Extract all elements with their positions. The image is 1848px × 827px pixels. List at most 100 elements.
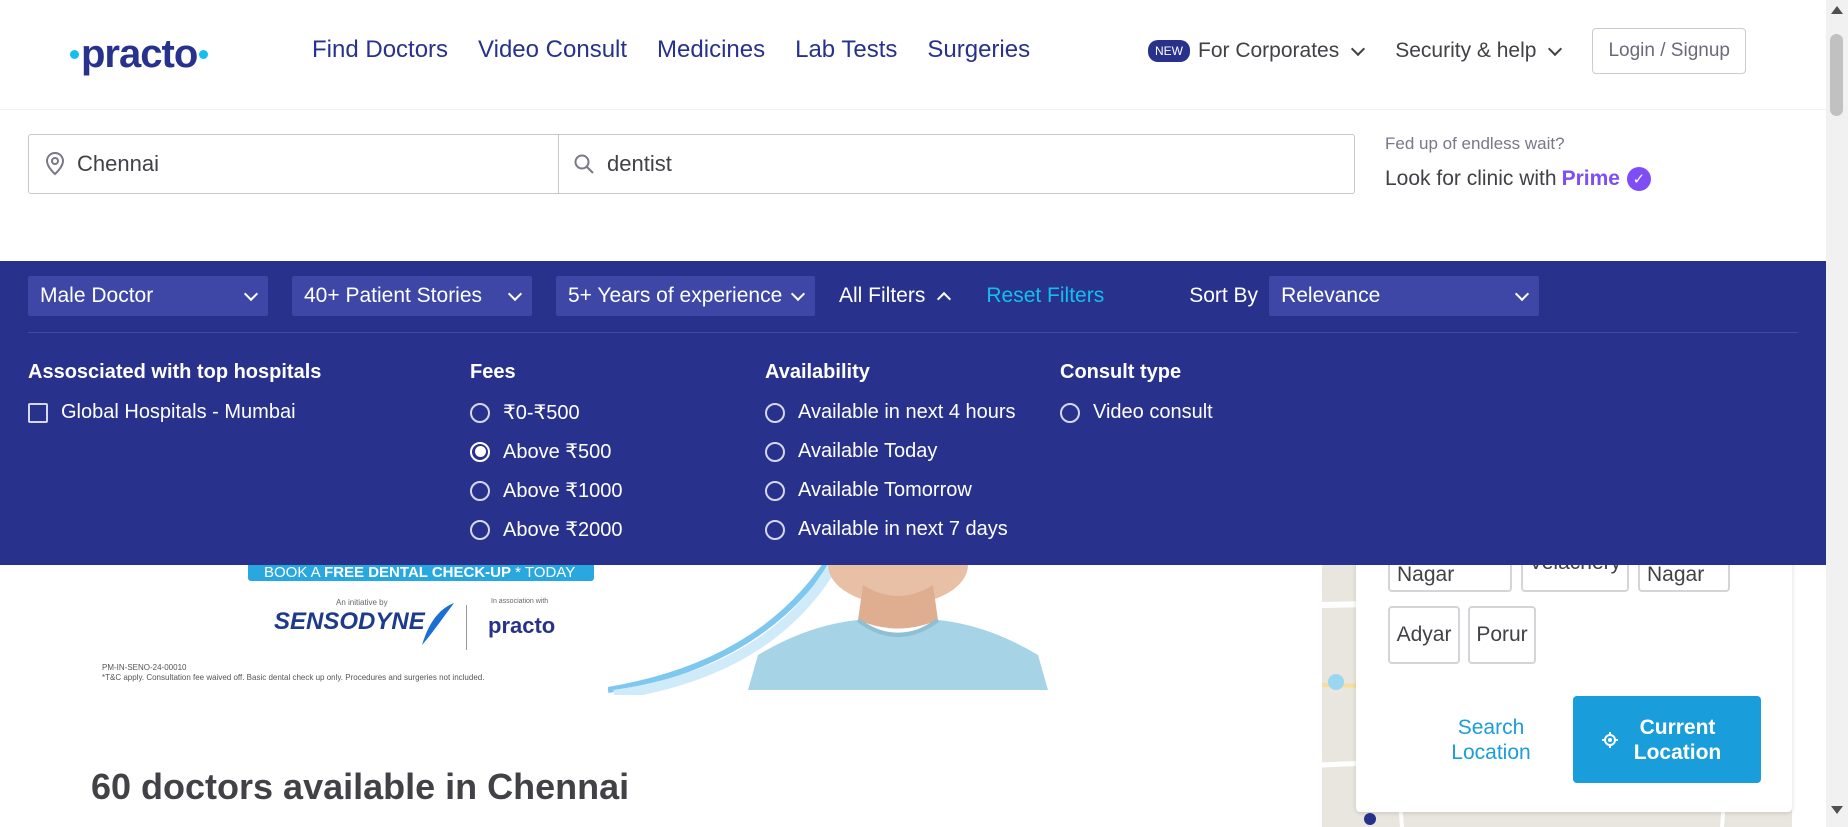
practo-banner-logo: practo [488,613,556,638]
availability-option[interactable]: Available in next 7 days [765,510,1016,549]
availability-option-label: Available Today [798,440,938,462]
security-help-dropdown[interactable]: Security & help [1395,39,1563,63]
chevron-up-icon [937,291,952,307]
sensodyne-logo: SENSODYNE [274,608,425,635]
current-location-label: Current Location [1633,715,1722,764]
radio-selected[interactable] [470,441,490,462]
sensodyne-swoosh-icon [422,603,454,645]
nav-medicines[interactable]: Medicines [657,36,765,64]
locality-chip-adyar[interactable]: Adyar [1388,606,1460,664]
nav-find-doctors[interactable]: Find Doctors [312,36,448,64]
hospital-option-label: Global Hospitals - Mumbai [61,401,296,423]
practo-logo[interactable]: practo [68,32,210,77]
experience-dropdown[interactable]: 5+ Years of experience [556,276,815,316]
sort-by-value: Relevance [1281,284,1381,307]
crosshair-icon [1601,731,1618,748]
fees-option[interactable]: Above ₹2000 [470,510,622,549]
scroll-down-arrow-icon[interactable] [1831,806,1843,814]
gender-filter-dropdown[interactable]: Male Doctor [28,276,268,316]
radio[interactable] [765,519,785,540]
all-filters-toggle[interactable]: All Filters [839,284,952,308]
chevron-down-icon [507,286,523,301]
logo-text: practo [81,32,198,76]
hospital-option[interactable]: Global Hospitals - Mumbai [28,393,321,432]
availability-filter-group: Availability Available in next 4 hours A… [765,361,1016,549]
chevron-down-icon [243,286,259,301]
login-signup-button[interactable]: Login / Signup [1592,28,1746,74]
gender-filter-label: Male Doctor [40,284,154,307]
patient-stories-dropdown[interactable]: 40+ Patient Stories [292,276,532,316]
radio[interactable] [470,519,490,540]
model-image [748,565,1048,690]
chevron-down-icon [790,286,806,301]
radio[interactable] [1060,402,1080,423]
banner-code: PM-IN-SENO-24-00010 [102,663,187,672]
search-input[interactable] [607,151,1310,177]
radio[interactable] [765,441,785,462]
patient-stories-label: 40+ Patient Stories [304,284,483,307]
banner-book-strip: BOOK A FREE DENTAL CHECK-UP * TODAY [248,565,594,581]
sensodyne-banner[interactable]: BOOK A FREE DENTAL CHECK-UP * TODAY An i… [88,545,1068,695]
fees-option[interactable]: ₹0-₹500 [470,393,622,432]
query-field[interactable] [559,135,1354,193]
nav-surgeries[interactable]: Surgeries [927,36,1030,64]
nav-video-consult[interactable]: Video Consult [478,36,627,64]
sort-by-label: Sort By [1189,284,1259,307]
fees-option[interactable]: Above ₹500 [470,432,622,471]
availability-option-label: Available in next 4 hours [798,401,1016,423]
prime-promo-label: Look for clinic with [1385,167,1557,190]
locality-chip-porur[interactable]: Porur [1468,606,1536,664]
radio[interactable] [765,480,785,501]
availability-option-label: Available in next 7 days [798,518,1008,540]
initiative-label: An initiative by [336,598,388,607]
for-corporates-label: For Corporates [1198,39,1340,62]
sort-by-dropdown[interactable]: Relevance [1269,276,1540,316]
page-scrollbar[interactable] [1826,0,1848,827]
location-field[interactable] [29,135,559,193]
current-location-button[interactable]: Current Location [1573,696,1761,783]
for-corporates-dropdown[interactable]: For Corporates [1198,39,1366,63]
availability-option[interactable]: Available in next 4 hours [765,393,1016,432]
scrollbar-thumb[interactable] [1830,34,1843,116]
filter-panel: Male Doctor 40+ Patient Stories 5+ Years… [0,261,1826,565]
experience-label: 5+ Years of experience [568,284,783,307]
prime-promo-subtitle: Fed up of endless wait? [1385,134,1565,153]
chevron-down-icon [1351,41,1366,56]
fees-option-label: Above ₹2000 [503,519,623,541]
availability-option[interactable]: Available Tomorrow [765,471,1016,510]
hospitals-filter-title: Assosciated with top hospitals [28,361,322,383]
fees-filter-group: Fees ₹0-₹500 Above ₹500 Above ₹1000 Abov… [470,361,622,549]
location-input[interactable] [77,151,539,177]
security-help-label: Security & help [1395,39,1537,62]
radio[interactable] [470,480,490,501]
book-suffix: * TODAY [515,564,576,581]
consult-type-option[interactable]: Video consult [1060,393,1213,432]
nav-lab-tests[interactable]: Lab Tests [795,36,897,64]
header-right: NEW For Corporates Security & help Login… [1148,28,1746,74]
scroll-up-arrow-icon[interactable] [1831,6,1843,14]
prime-label: Prime [1561,167,1620,190]
locality-picker: Anna Nagar Velachery T Nagar Adyar Porur… [1356,534,1792,812]
filter-divider [28,332,1798,333]
fees-option[interactable]: Above ₹1000 [470,471,622,510]
prime-promo[interactable]: Fed up of endless wait? Look for clinic … [1385,134,1651,191]
search-bar [28,134,1355,194]
association-label: In association with [491,598,549,605]
search-location-button[interactable]: Search Location [1426,715,1556,765]
checkbox[interactable] [28,402,48,423]
availability-option-label: Available Tomorrow [798,479,972,501]
prime-promo-text: Look for clinic with Prime ✓ [1385,167,1651,191]
filter-bar: Male Doctor 40+ Patient Stories 5+ Years… [28,276,1540,316]
chevron-down-icon [1514,286,1530,301]
radio[interactable] [765,402,785,423]
chevron-down-icon [1548,41,1563,56]
banner-disclaimer: PM-IN-SENO-24-00010 *T&C apply. Consulta… [102,663,484,683]
availability-option[interactable]: Available Today [765,432,1016,471]
top-header: practo Find Doctors Video Consult Medici… [0,0,1826,110]
fees-filter-title: Fees [470,361,516,383]
availability-filter-title: Availability [765,361,870,383]
radio[interactable] [470,402,490,423]
reset-filters-link[interactable]: Reset Filters [986,284,1104,308]
banner-terms: *T&C apply. Consultation fee waived off.… [102,673,485,682]
logo-dot-left [70,50,79,59]
